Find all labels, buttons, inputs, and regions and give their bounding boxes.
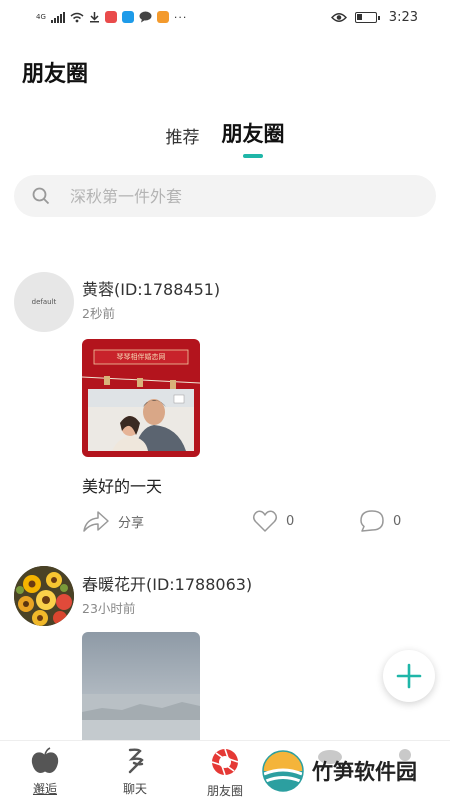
tab-moments[interactable]: 朋友圈 (222, 118, 285, 158)
status-time: 3:23 (388, 9, 418, 25)
nav-item-moments[interactable]: 朋友圈 (195, 747, 255, 799)
share-label: 分享 (118, 515, 145, 531)
search-input[interactable] (70, 186, 370, 206)
tab-recommend[interactable]: 推荐 (166, 123, 200, 156)
like-count: 0 (286, 513, 295, 529)
status-left: 4G ··· (36, 11, 187, 24)
tab-bar: 推荐 朋友圈 (0, 118, 450, 158)
eye-icon (330, 12, 347, 22)
network-type: 4G (36, 12, 46, 21)
battery-icon (354, 11, 380, 23)
search-app-icon (121, 11, 134, 23)
post-photo-landscape (82, 632, 200, 740)
avatar-flowers-illustration (14, 566, 74, 626)
page-title: 朋友圈 (22, 62, 89, 87)
status-right: 3:23 (330, 9, 418, 25)
post-actions: 分享 0 0 (0, 509, 450, 539)
video-app-icon (156, 11, 169, 23)
nav-label: 朋友圈 (206, 784, 243, 798)
apple-icon (31, 747, 59, 773)
download-icon (89, 12, 99, 23)
avatar-default-text: default (31, 298, 57, 306)
post-image-caption: 琴琴相伴婚恋网 (116, 353, 166, 361)
bamboo-logo-icon (262, 750, 304, 792)
comment-count: 0 (393, 513, 402, 529)
share-button[interactable]: 分享 (82, 509, 144, 533)
nav-label: 聊天 (122, 782, 147, 796)
like-button[interactable]: 0 (252, 509, 294, 533)
status-bar: 4G ··· 3:23 (0, 0, 450, 34)
add-post-button[interactable] (383, 650, 435, 702)
post-item: 春暖花开(ID:1788063) 23小时前 (0, 565, 450, 740)
heart-icon (252, 510, 278, 532)
post-author[interactable]: 黄蓉(ID:1788451) (82, 276, 220, 300)
post-time: 2秒前 (82, 306, 115, 321)
signal-icon (50, 11, 65, 23)
nav-item-chat[interactable]: 聊天 (105, 747, 165, 797)
app-notification-icon (104, 11, 117, 23)
share-icon (83, 511, 109, 532)
post-item: default 黄蓉(ID:1788451) 2秒前 琴琴相伴婚恋网 美好的一天… (0, 270, 450, 540)
more-icon: ··· (173, 10, 188, 24)
post-author[interactable]: 春暖花开(ID:1788063) (82, 571, 252, 595)
wifi-icon (70, 12, 84, 22)
watermark-text: 竹笋软件园 (312, 760, 417, 784)
plus-icon (396, 663, 422, 689)
nav-item-encounter[interactable]: 邂逅 (15, 747, 75, 797)
search-bar[interactable] (14, 175, 436, 217)
nav-label: 邂逅 (32, 782, 57, 796)
post-time: 23小时前 (82, 601, 136, 616)
avatar[interactable] (14, 566, 74, 626)
search-icon (32, 187, 50, 205)
avatar[interactable]: default (14, 272, 74, 332)
post-image[interactable] (82, 632, 200, 740)
camera-aperture-icon (211, 748, 239, 776)
watermark: 竹笋软件园 (262, 750, 417, 792)
post-text: 美好的一天 (82, 477, 163, 496)
post-image[interactable]: 琴琴相伴婚恋网 (82, 339, 200, 457)
comment-icon (360, 510, 384, 532)
message-icon (139, 11, 152, 23)
comment-button[interactable]: 0 (359, 509, 401, 533)
chat-brush-icon (128, 748, 144, 774)
